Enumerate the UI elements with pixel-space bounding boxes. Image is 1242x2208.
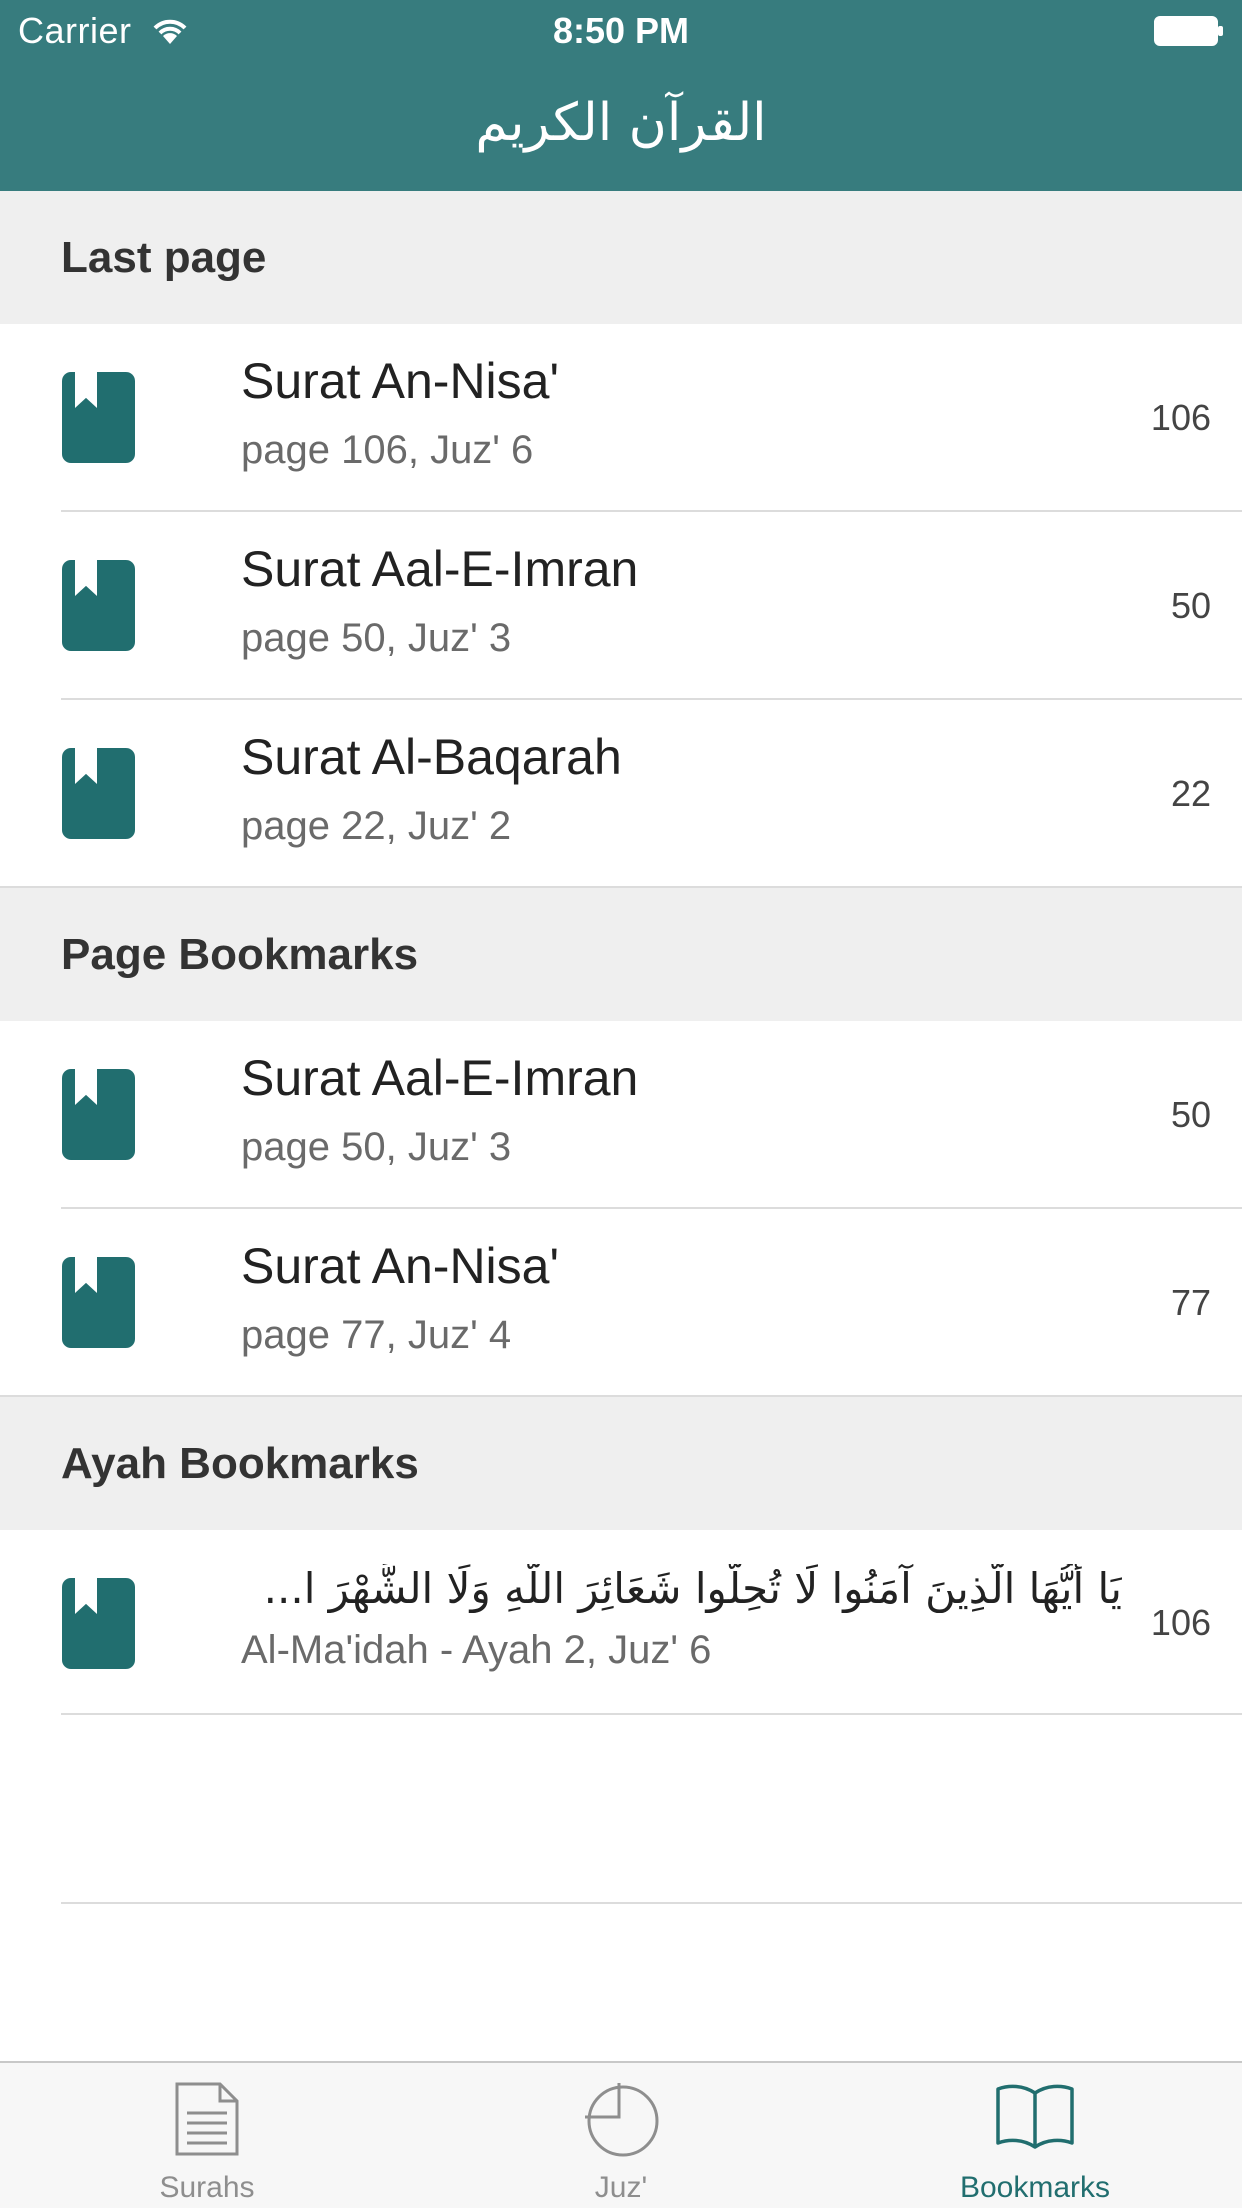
- section-header-ayah-bookmarks: Ayah Bookmarks: [0, 1397, 1242, 1530]
- top-bar: Carrier 8:50 PM القرآن الكريم: [0, 0, 1242, 191]
- ayah-text: يَا أَيُّهَا الَّذِينَ آمَنُوا لَا تُحِل…: [263, 1564, 1122, 1613]
- section-title: Ayah Bookmarks: [61, 1439, 419, 1488]
- tab-label: Surahs: [159, 2171, 255, 2204]
- bookmark-icon: [62, 1257, 135, 1348]
- tab-surahs[interactable]: Surahs: [0, 2063, 414, 2208]
- section-title: Last page: [61, 233, 267, 282]
- row-subtitle: page 50, Juz' 3: [241, 616, 512, 660]
- row-page-number: 77: [1170, 1282, 1211, 1323]
- section-header-page-bookmarks: Page Bookmarks: [0, 888, 1242, 1021]
- row-separator: [61, 1713, 1242, 1715]
- row-subtitle: Al-Ma'idah - Ayah 2, Juz' 6: [241, 1628, 712, 1672]
- nav-title: القرآن الكريم: [475, 93, 767, 153]
- status-time: 8:50 PM: [552, 10, 690, 51]
- section-title: Page Bookmarks: [61, 930, 419, 979]
- row-subtitle: page 22, Juz' 2: [241, 804, 512, 848]
- open-book-icon: [996, 2084, 1074, 2149]
- row-title: Surat Aal-E-Imran: [241, 541, 639, 597]
- list-item[interactable]: Surat Aal-E-Imran page 50, Juz' 3 50: [0, 1021, 1242, 1209]
- tab-juz[interactable]: Juz': [414, 2063, 828, 2208]
- pie-icon: [585, 2083, 659, 2157]
- row-title: Surat An-Nisa': [241, 353, 560, 409]
- list-item[interactable]: Surat An-Nisa' page 106, Juz' 6 106: [0, 324, 1242, 512]
- row-page-number: 22: [1170, 773, 1211, 814]
- list-item[interactable]: Surat An-Nisa' page 77, Juz' 4 77: [0, 1209, 1242, 1397]
- row-subtitle: page 77, Juz' 4: [241, 1313, 512, 1357]
- document-icon: [175, 2082, 239, 2156]
- tab-bookmarks[interactable]: Bookmarks: [828, 2063, 1242, 2208]
- row-title: Surat Al-Baqarah: [241, 729, 622, 785]
- list-item[interactable]: Surat Aal-E-Imran page 50, Juz' 3 50: [0, 512, 1242, 700]
- row-page-number: 50: [1170, 585, 1211, 626]
- battery-icon: [1154, 16, 1223, 46]
- bookmark-icon: [62, 560, 135, 651]
- row-title: Surat An-Nisa': [241, 1238, 560, 1294]
- tab-label: Bookmarks: [959, 2171, 1111, 2204]
- row-subtitle: page 106, Juz' 6: [241, 428, 534, 472]
- list-item[interactable]: Surat Al-Baqarah page 22, Juz' 2 22: [0, 700, 1242, 888]
- bookmark-icon: [62, 372, 135, 463]
- bookmark-icon: [62, 1578, 135, 1669]
- bookmark-icon: [62, 1069, 135, 1160]
- bookmarks-list[interactable]: Last page Surat An-Nisa' page 106, Juz' …: [0, 191, 1242, 2061]
- row-subtitle: page 50, Juz' 3: [241, 1125, 512, 1169]
- section-header-last-page: Last page: [0, 191, 1242, 324]
- list-item[interactable]: يَا أَيُّهَا الَّذِينَ آمَنُوا لَا تُحِل…: [0, 1530, 1242, 1715]
- row-title: Surat Aal-E-Imran: [241, 1050, 639, 1106]
- empty-row-separator: [61, 1902, 1242, 1904]
- status-bar: Carrier 8:50 PM: [0, 0, 1242, 62]
- bookmark-icon: [62, 748, 135, 839]
- row-page-number: 50: [1170, 1094, 1211, 1135]
- tab-bar: Surahs Juz' Bookmarks: [0, 2061, 1242, 2208]
- row-page-number: 106: [1150, 397, 1211, 438]
- tab-label: Juz': [594, 2171, 648, 2204]
- row-page-number: 106: [1150, 1602, 1211, 1643]
